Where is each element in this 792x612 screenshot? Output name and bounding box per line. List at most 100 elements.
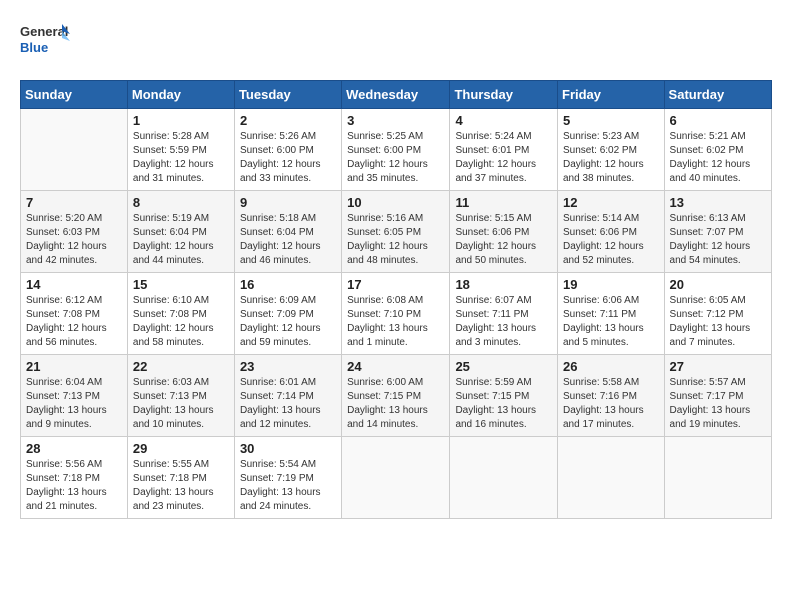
calendar-cell: 21 Sunrise: 6:04 AM Sunset: 7:13 PM Dayli… bbox=[21, 355, 128, 437]
calendar-header: SundayMondayTuesdayWednesdayThursdayFrid… bbox=[21, 81, 772, 109]
week-row-5: 28Sunrise: 5:56 AM Sunset: 7:18 PM Dayli… bbox=[21, 437, 772, 519]
calendar-cell: 8 Sunrise: 5:19 AM Sunset: 6:04 PM Daylig… bbox=[127, 191, 234, 273]
calendar-cell: 13 Sunrise: 6:13 AM Sunset: 7:07 PM Dayli… bbox=[664, 191, 771, 273]
day-info: Sunrise: 6:12 AM Sunset: 7:08 PM Dayligh… bbox=[26, 294, 122, 350]
day-info: Sunrise: 6:10 AM Sunset: 7:08 PM Dayligh… bbox=[133, 294, 229, 350]
day-info: Sunrise: 5:16 AM Sunset: 6:05 PM Dayligh… bbox=[347, 212, 444, 268]
day-info: Sunrise: 6:04 AM Sunset: 7:13 PM Dayligh… bbox=[26, 376, 122, 432]
calendar-cell: 29 Sunrise: 5:55 AM Sunset: 7:18 PM Dayli… bbox=[127, 437, 234, 519]
day-number: 20 bbox=[670, 277, 766, 292]
day-info: Sunrise: 6:00 AM Sunset: 7:15 PM Dayligh… bbox=[347, 376, 444, 432]
header-monday: Monday bbox=[127, 81, 234, 109]
calendar-cell: 3 Sunrise: 5:25 AM Sunset: 6:00 PM Daylig… bbox=[342, 109, 450, 191]
day-info: Sunrise: 5:21 AM Sunset: 6:02 PM Dayligh… bbox=[670, 130, 766, 186]
day-number: 24 bbox=[347, 359, 444, 374]
day-info: Sunrise: 5:15 AM Sunset: 6:06 PM Dayligh… bbox=[455, 212, 552, 268]
calendar-cell: 5 Sunrise: 5:23 AM Sunset: 6:02 PM Daylig… bbox=[558, 109, 665, 191]
day-number: 2 bbox=[240, 113, 336, 128]
day-number: 23 bbox=[240, 359, 336, 374]
calendar-cell: 4 Sunrise: 5:24 AM Sunset: 6:01 PM Daylig… bbox=[450, 109, 558, 191]
day-info: Sunrise: 5:19 AM Sunset: 6:04 PM Dayligh… bbox=[133, 212, 229, 268]
day-number: 29 bbox=[133, 441, 229, 456]
calendar-table: SundayMondayTuesdayWednesdayThursdayFrid… bbox=[20, 80, 772, 519]
day-info: Sunrise: 6:06 AM Sunset: 7:11 PM Dayligh… bbox=[563, 294, 659, 350]
day-number: 14 bbox=[26, 277, 122, 292]
calendar-cell bbox=[450, 437, 558, 519]
day-info: Sunrise: 5:59 AM Sunset: 7:15 PM Dayligh… bbox=[455, 376, 552, 432]
svg-text:Blue: Blue bbox=[20, 40, 48, 55]
day-number: 27 bbox=[670, 359, 766, 374]
day-number: 25 bbox=[455, 359, 552, 374]
day-number: 4 bbox=[455, 113, 552, 128]
calendar-body: 1 Sunrise: 5:28 AM Sunset: 5:59 PM Daylig… bbox=[21, 109, 772, 519]
day-number: 15 bbox=[133, 277, 229, 292]
day-number: 19 bbox=[563, 277, 659, 292]
header-tuesday: Tuesday bbox=[234, 81, 341, 109]
week-row-4: 21 Sunrise: 6:04 AM Sunset: 7:13 PM Dayli… bbox=[21, 355, 772, 437]
day-info: Sunrise: 5:54 AM Sunset: 7:19 PM Dayligh… bbox=[240, 458, 336, 514]
day-number: 21 bbox=[26, 359, 122, 374]
day-info: Sunrise: 5:28 AM Sunset: 5:59 PM Dayligh… bbox=[133, 130, 229, 186]
day-number: 22 bbox=[133, 359, 229, 374]
calendar-cell: 7Sunrise: 5:20 AM Sunset: 6:03 PM Daylig… bbox=[21, 191, 128, 273]
calendar-cell: 14 Sunrise: 6:12 AM Sunset: 7:08 PM Dayli… bbox=[21, 273, 128, 355]
day-info: Sunrise: 5:58 AM Sunset: 7:16 PM Dayligh… bbox=[563, 376, 659, 432]
calendar-cell: 20 Sunrise: 6:05 AM Sunset: 7:12 PM Dayli… bbox=[664, 273, 771, 355]
calendar-cell: 16Sunrise: 6:09 AM Sunset: 7:09 PM Dayli… bbox=[234, 273, 341, 355]
day-info: Sunrise: 5:55 AM Sunset: 7:18 PM Dayligh… bbox=[133, 458, 229, 514]
day-info: Sunrise: 5:25 AM Sunset: 6:00 PM Dayligh… bbox=[347, 130, 444, 186]
calendar-cell: 12 Sunrise: 5:14 AM Sunset: 6:06 PM Dayli… bbox=[558, 191, 665, 273]
week-row-1: 1 Sunrise: 5:28 AM Sunset: 5:59 PM Daylig… bbox=[21, 109, 772, 191]
day-number: 5 bbox=[563, 113, 659, 128]
calendar-cell: 22 Sunrise: 6:03 AM Sunset: 7:13 PM Dayli… bbox=[127, 355, 234, 437]
calendar-cell: 18 Sunrise: 6:07 AM Sunset: 7:11 PM Dayli… bbox=[450, 273, 558, 355]
day-info: Sunrise: 5:24 AM Sunset: 6:01 PM Dayligh… bbox=[455, 130, 552, 186]
calendar-cell: 28Sunrise: 5:56 AM Sunset: 7:18 PM Dayli… bbox=[21, 437, 128, 519]
day-info: Sunrise: 5:57 AM Sunset: 7:17 PM Dayligh… bbox=[670, 376, 766, 432]
logo: General Blue bbox=[20, 20, 70, 64]
day-number: 13 bbox=[670, 195, 766, 210]
logo-svg: General Blue bbox=[20, 20, 70, 64]
header-friday: Friday bbox=[558, 81, 665, 109]
calendar-cell bbox=[558, 437, 665, 519]
calendar-cell: 30Sunrise: 5:54 AM Sunset: 7:19 PM Dayli… bbox=[234, 437, 341, 519]
day-info: Sunrise: 6:13 AM Sunset: 7:07 PM Dayligh… bbox=[670, 212, 766, 268]
calendar-cell bbox=[664, 437, 771, 519]
day-number: 26 bbox=[563, 359, 659, 374]
day-number: 7 bbox=[26, 195, 122, 210]
day-info: Sunrise: 6:05 AM Sunset: 7:12 PM Dayligh… bbox=[670, 294, 766, 350]
day-info: Sunrise: 5:23 AM Sunset: 6:02 PM Dayligh… bbox=[563, 130, 659, 186]
calendar-cell: 15 Sunrise: 6:10 AM Sunset: 7:08 PM Dayli… bbox=[127, 273, 234, 355]
calendar-cell bbox=[21, 109, 128, 191]
calendar-cell: 10 Sunrise: 5:16 AM Sunset: 6:05 PM Dayli… bbox=[342, 191, 450, 273]
day-number: 17 bbox=[347, 277, 444, 292]
day-number: 12 bbox=[563, 195, 659, 210]
day-info: Sunrise: 6:01 AM Sunset: 7:14 PM Dayligh… bbox=[240, 376, 336, 432]
day-number: 10 bbox=[347, 195, 444, 210]
day-number: 18 bbox=[455, 277, 552, 292]
day-info: Sunrise: 5:18 AM Sunset: 6:04 PM Dayligh… bbox=[240, 212, 336, 268]
calendar-cell: 17 Sunrise: 6:08 AM Sunset: 7:10 PM Dayli… bbox=[342, 273, 450, 355]
calendar-cell: 23 Sunrise: 6:01 AM Sunset: 7:14 PM Dayli… bbox=[234, 355, 341, 437]
header-thursday: Thursday bbox=[450, 81, 558, 109]
week-row-2: 7Sunrise: 5:20 AM Sunset: 6:03 PM Daylig… bbox=[21, 191, 772, 273]
calendar-cell: 1 Sunrise: 5:28 AM Sunset: 5:59 PM Daylig… bbox=[127, 109, 234, 191]
header-sunday: Sunday bbox=[21, 81, 128, 109]
calendar-cell: 24 Sunrise: 6:00 AM Sunset: 7:15 PM Dayli… bbox=[342, 355, 450, 437]
header-wednesday: Wednesday bbox=[342, 81, 450, 109]
day-info: Sunrise: 5:14 AM Sunset: 6:06 PM Dayligh… bbox=[563, 212, 659, 268]
calendar-cell: 25 Sunrise: 5:59 AM Sunset: 7:15 PM Dayli… bbox=[450, 355, 558, 437]
day-info: Sunrise: 6:03 AM Sunset: 7:13 PM Dayligh… bbox=[133, 376, 229, 432]
day-info: Sunrise: 5:26 AM Sunset: 6:00 PM Dayligh… bbox=[240, 130, 336, 186]
page-header: General Blue bbox=[20, 20, 772, 64]
day-number: 16 bbox=[240, 277, 336, 292]
calendar-cell bbox=[342, 437, 450, 519]
day-info: Sunrise: 6:07 AM Sunset: 7:11 PM Dayligh… bbox=[455, 294, 552, 350]
day-number: 11 bbox=[455, 195, 552, 210]
day-info: Sunrise: 6:08 AM Sunset: 7:10 PM Dayligh… bbox=[347, 294, 444, 350]
day-number: 1 bbox=[133, 113, 229, 128]
day-number: 8 bbox=[133, 195, 229, 210]
day-number: 28 bbox=[26, 441, 122, 456]
day-number: 3 bbox=[347, 113, 444, 128]
header-saturday: Saturday bbox=[664, 81, 771, 109]
